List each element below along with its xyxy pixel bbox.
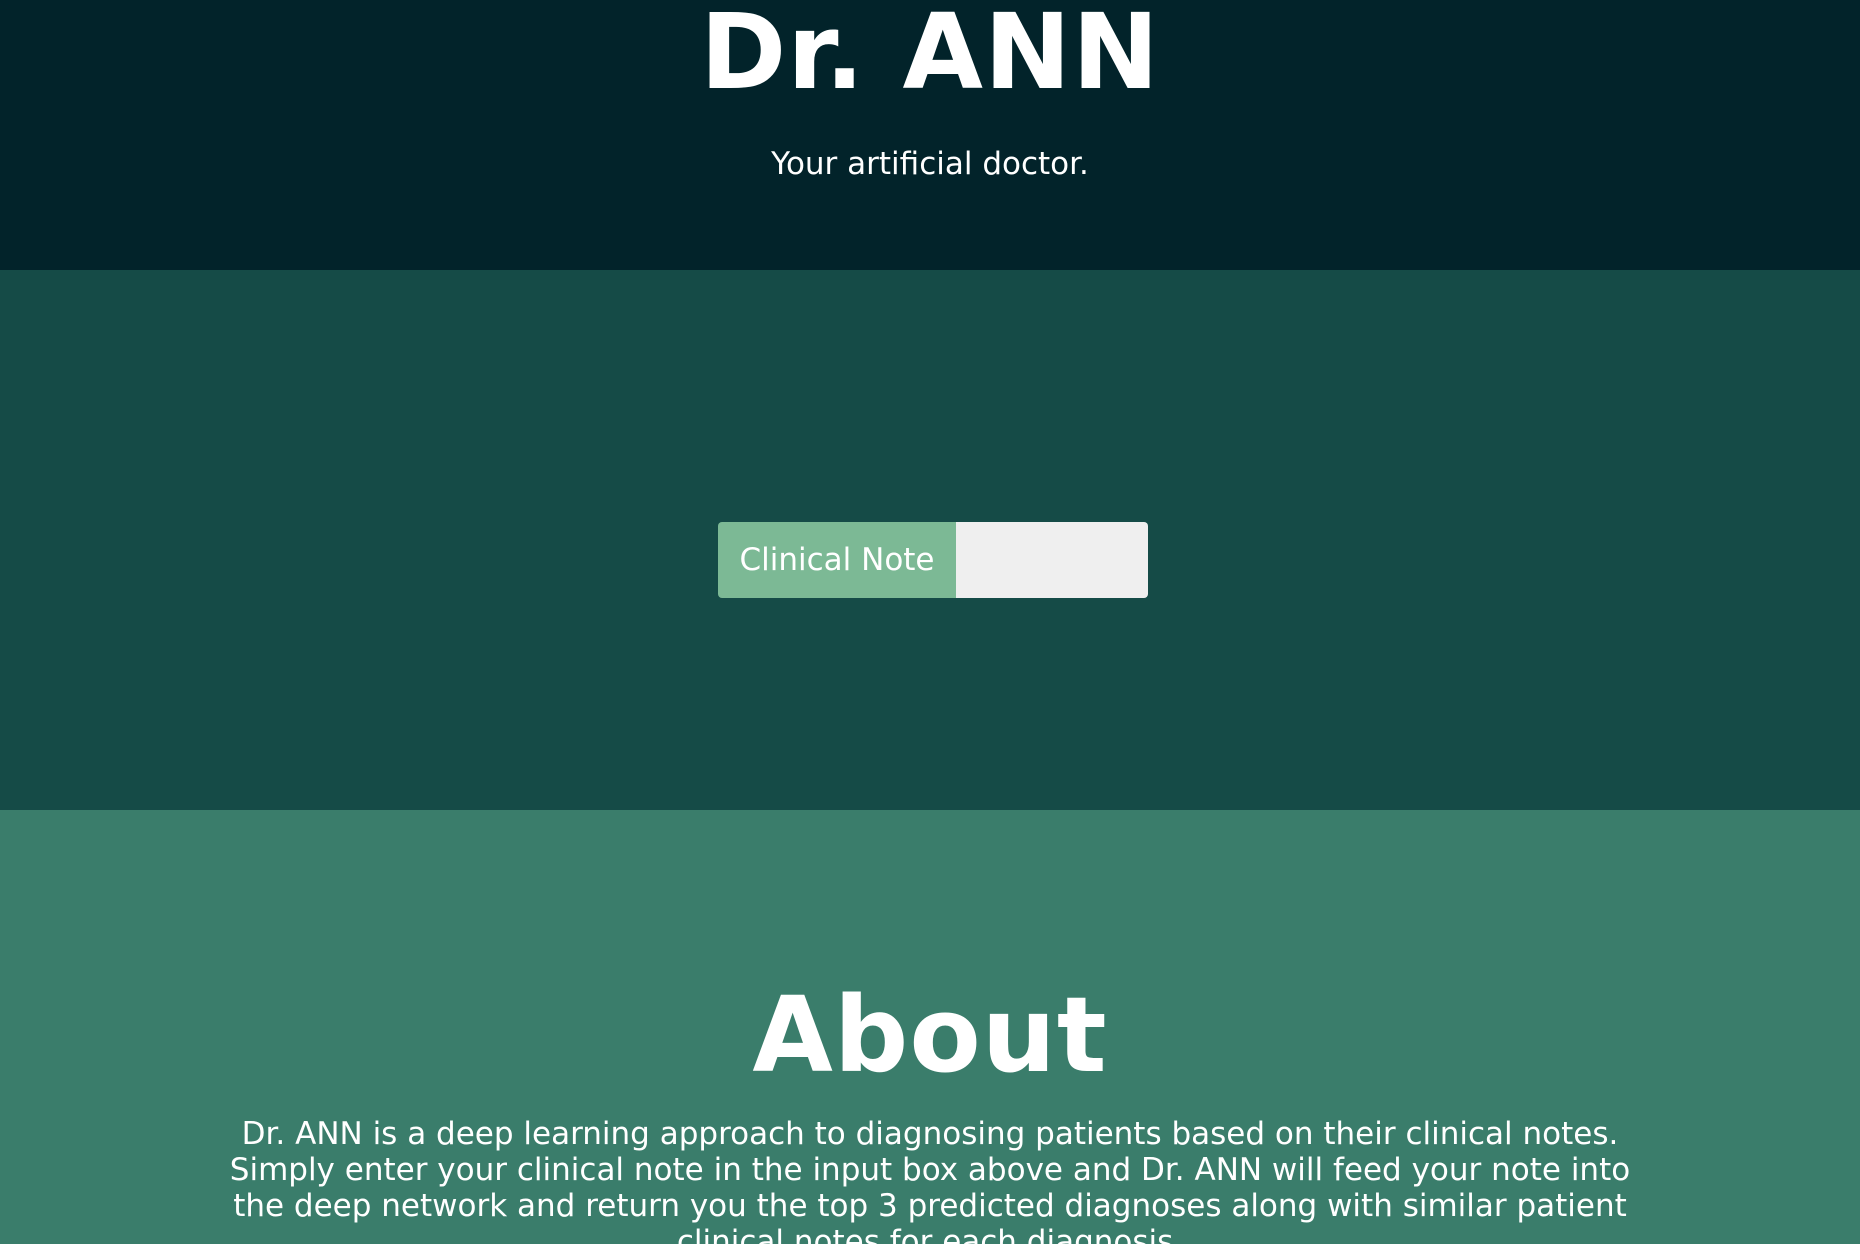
header-section: Dr. ANN Your artificial doctor. — [0, 0, 1860, 270]
about-heading: About — [752, 974, 1108, 1096]
about-section: About Dr. ANN is a deep learning approac… — [0, 810, 1860, 1260]
clinical-note-input-group: Clinical Note — [718, 522, 1148, 598]
page-title: Dr. ANN — [699, 0, 1161, 113]
input-section: Clinical Note — [0, 270, 1860, 810]
clinical-note-input[interactable] — [956, 522, 1148, 598]
about-description: Dr. ANN is a deep learning approach to d… — [229, 1116, 1631, 1260]
clinical-note-label: Clinical Note — [718, 522, 956, 598]
page-subtitle: Your artificial doctor. — [771, 146, 1089, 182]
